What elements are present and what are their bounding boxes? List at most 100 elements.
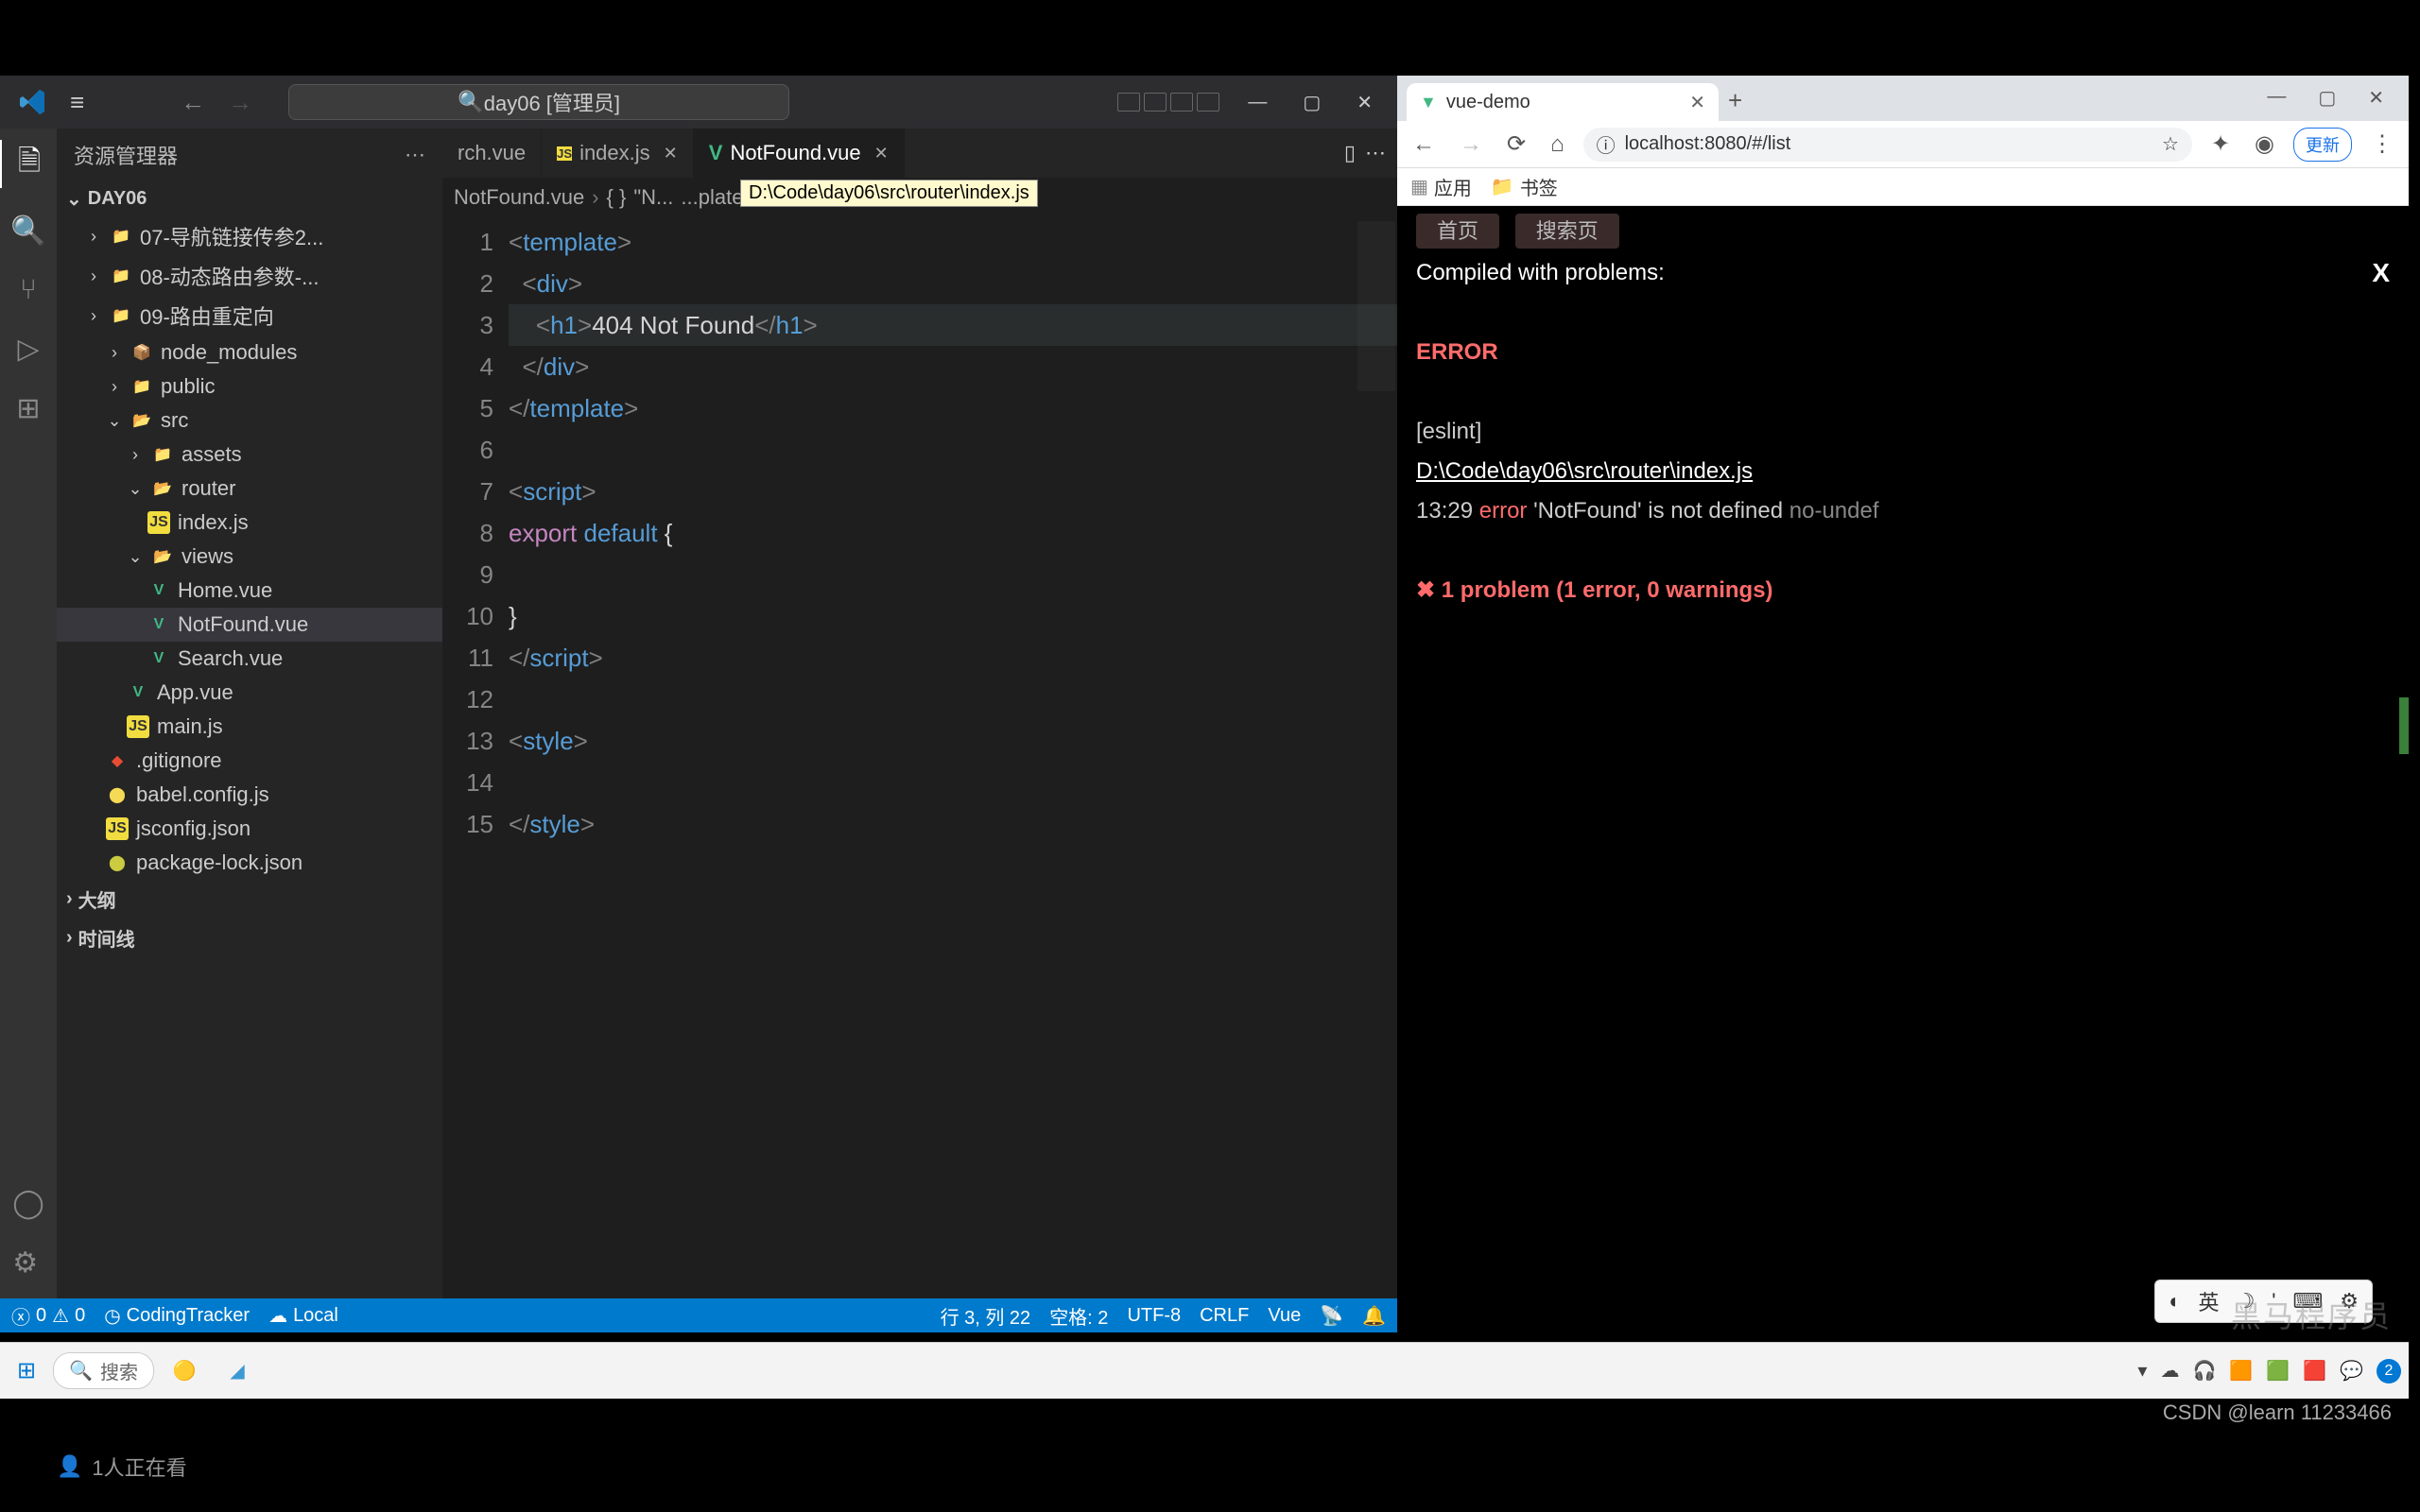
outline-section[interactable]: ›大纲	[57, 880, 442, 919]
code-editor[interactable]: 123456789101112131415 <template> <div> <…	[442, 217, 1397, 1298]
settings-gear-icon[interactable]: ⚙	[12, 1246, 44, 1280]
profile-icon[interactable]: ◉	[2249, 127, 2280, 162]
tray-icon[interactable]: 🎧	[2192, 1359, 2216, 1383]
search-activity-icon[interactable]: 🔍	[10, 215, 45, 248]
tree-file-notfound[interactable]: VNotFound.vue	[57, 608, 442, 642]
nav-search[interactable]: 搜索页	[1515, 214, 1619, 249]
status-cursor[interactable]: 行 3, 列 22	[941, 1302, 1031, 1330]
explorer-more-icon[interactable]: ⋯	[405, 143, 425, 167]
split-editor-icon[interactable]: ▯	[1344, 141, 1356, 165]
ime-logo-icon[interactable]: ◐	[2163, 1287, 2187, 1315]
status-bell-icon[interactable]: 🔔	[1362, 1304, 1386, 1328]
editor-more-icon[interactable]: ⋯	[1365, 141, 1386, 165]
close-tab-icon[interactable]: ✕	[664, 144, 678, 163]
close-icon[interactable]: ✕	[2355, 82, 2397, 113]
titlebar: ≡ ← → 🔍 day06 [管理员] — ▢ ✕	[0, 76, 1397, 129]
reload-icon[interactable]: ⟳	[1501, 127, 1531, 162]
tree-file[interactable]: VApp.vue	[57, 676, 442, 710]
tree-file[interactable]: ⬤babel.config.js	[57, 778, 442, 812]
taskbar-vscode[interactable]: ◢	[215, 1352, 260, 1390]
minimap[interactable]	[1357, 221, 1395, 391]
tree-folder[interactable]: ›📁assets	[57, 438, 442, 472]
layout-right-icon[interactable]	[1170, 93, 1193, 112]
address-bar[interactable]: ⓘ localhost:8080/#/list ☆	[1583, 128, 2192, 162]
site-info-icon[interactable]: ⓘ	[1597, 130, 1616, 158]
tree-folder[interactable]: ›📁public	[57, 369, 442, 404]
close-tab-icon[interactable]: ✕	[874, 144, 889, 163]
tree-file[interactable]: VSearch.vue	[57, 642, 442, 676]
close-overlay-icon[interactable]: X	[2372, 257, 2390, 289]
command-center[interactable]: 🔍 day06 [管理员]	[288, 84, 789, 120]
tree-file[interactable]: JSmain.js	[57, 710, 442, 744]
status-errors[interactable]: ⓧ 0 ⚠ 0	[11, 1302, 85, 1330]
ime-lang[interactable]: 英	[2193, 1284, 2225, 1318]
project-root[interactable]: ⌄DAY06	[57, 181, 442, 216]
taskbar-chrome[interactable]: 🟡	[162, 1352, 207, 1390]
new-tab-icon[interactable]: +	[1728, 86, 1742, 115]
update-button[interactable]: 更新	[2293, 128, 2352, 162]
explorer-icon[interactable]: 🗎	[0, 140, 57, 188]
extensions-icon[interactable]: ✦	[2205, 127, 2236, 162]
tree-file[interactable]: ⬤package-lock.json	[57, 846, 442, 880]
menu-icon[interactable]: ≡	[57, 80, 97, 125]
layout-left-icon[interactable]	[1117, 93, 1140, 112]
breadcrumb[interactable]: NotFound.vue› { } "N... ...plate› ⬘div› …	[442, 178, 1397, 217]
tree-folder-router[interactable]: ⌄📂router	[57, 472, 442, 506]
source-control-icon[interactable]: ⑂	[20, 274, 37, 306]
back-icon[interactable]: ←	[173, 84, 213, 121]
tree-folder[interactable]: ›📁08-动态路由参数-...	[57, 256, 442, 296]
tray-icon[interactable]: 🟧	[2229, 1359, 2253, 1383]
tray-icon[interactable]: 💬	[2340, 1359, 2363, 1383]
layout-custom-icon[interactable]	[1197, 93, 1219, 112]
tree-folder-views[interactable]: ⌄📂views	[57, 540, 442, 574]
code-content[interactable]: <template> <div> <h1>404 Not Found</h1> …	[509, 217, 1397, 1298]
tree-file[interactable]: ◆.gitignore	[57, 744, 442, 778]
bookmark-folder[interactable]: 📁书签	[1491, 173, 1558, 200]
minimize-icon[interactable]: —	[2254, 82, 2299, 113]
debug-icon[interactable]: ▷	[17, 333, 39, 366]
taskbar-search[interactable]: 🔍搜索	[53, 1352, 154, 1389]
error-file-link[interactable]: D:\Code\day06\src\router\index.js	[1416, 458, 1753, 484]
tree-folder-src[interactable]: ⌄📂src	[57, 404, 442, 438]
tray-icon[interactable]: ▾	[2137, 1359, 2147, 1383]
back-icon[interactable]: ←	[1407, 128, 1441, 162]
start-button[interactable]: ⊞	[8, 1351, 45, 1390]
tree-folder[interactable]: ›📁07-导航链接传参2...	[57, 216, 442, 256]
extensions-icon[interactable]: ⊞	[16, 392, 40, 425]
tab-index-js[interactable]: JSindex.js✕	[542, 129, 694, 178]
menu-icon[interactable]: ⋮	[2365, 127, 2399, 162]
timeline-section[interactable]: ›时间线	[57, 919, 442, 957]
nav-home[interactable]: 首页	[1416, 214, 1499, 249]
browser-tab[interactable]: ▼ vue-demo ✕	[1407, 83, 1719, 121]
tree-file[interactable]: JSjsconfig.json	[57, 812, 442, 846]
tray-notification-icon[interactable]: 2	[2377, 1359, 2401, 1383]
video-watermark: 黑马程序员	[2231, 1293, 2392, 1336]
status-eol[interactable]: CRLF	[1200, 1305, 1249, 1327]
compiled-text: Compiled with problems:	[1416, 257, 1665, 289]
tab-search-vue[interactable]: rch.vue	[442, 129, 542, 178]
status-local[interactable]: ☁ Local	[268, 1304, 338, 1328]
home-icon[interactable]: ⌂	[1545, 128, 1570, 162]
tray-icon[interactable]: 🟥	[2303, 1359, 2326, 1383]
tray-icon[interactable]: ☁	[2160, 1359, 2179, 1383]
maximize-icon[interactable]: ▢	[1286, 83, 1338, 122]
tray-icon[interactable]: 🟩	[2266, 1359, 2290, 1383]
minimize-icon[interactable]: —	[1231, 84, 1284, 121]
status-spaces[interactable]: 空格: 2	[1049, 1302, 1108, 1330]
status-tracker[interactable]: ◷ CodingTracker	[104, 1304, 250, 1328]
tab-notfound-vue[interactable]: VNotFound.vue✕	[694, 129, 905, 178]
tree-folder[interactable]: ›📦node_modules	[57, 335, 442, 369]
status-language[interactable]: Vue	[1268, 1305, 1301, 1327]
status-encoding[interactable]: UTF-8	[1127, 1305, 1181, 1327]
close-icon[interactable]: ✕	[1340, 83, 1390, 122]
tree-folder[interactable]: ›📁09-路由重定向	[57, 296, 442, 335]
star-icon[interactable]: ☆	[2162, 132, 2179, 156]
maximize-icon[interactable]: ▢	[2305, 82, 2349, 113]
tree-file-indexjs[interactable]: JSindex.js	[57, 506, 442, 540]
apps-button[interactable]: ▦应用	[1410, 173, 1472, 200]
close-tab-icon[interactable]: ✕	[1689, 91, 1705, 114]
tree-file[interactable]: VHome.vue	[57, 574, 442, 608]
layout-bottom-icon[interactable]	[1144, 93, 1167, 112]
account-icon[interactable]: ◯	[12, 1187, 44, 1220]
status-feedback-icon[interactable]: 📡	[1320, 1304, 1343, 1328]
